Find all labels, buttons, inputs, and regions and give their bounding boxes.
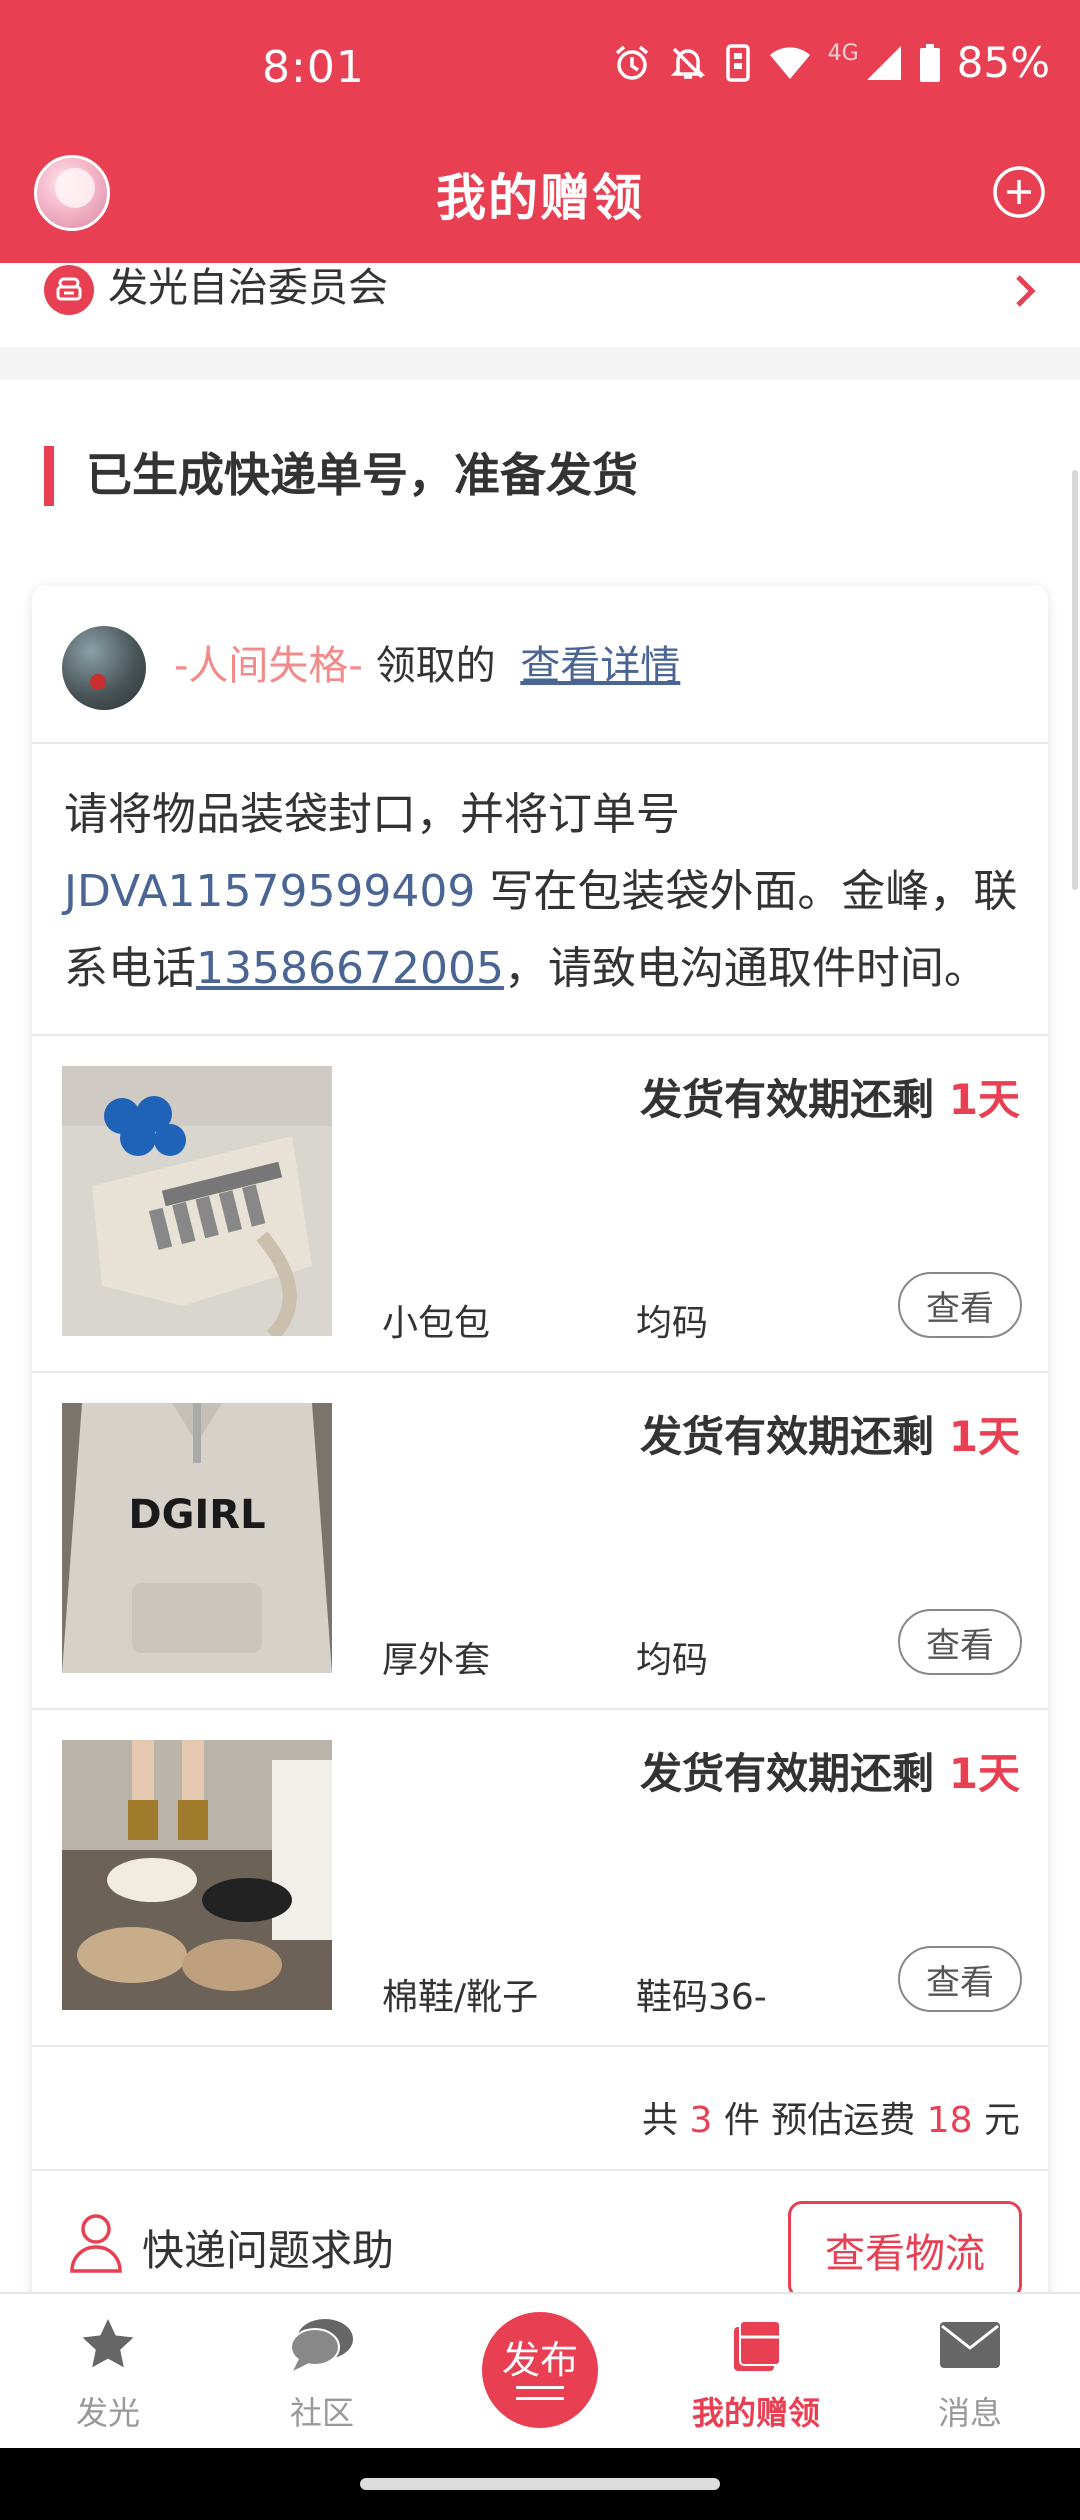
order-number: JDVA11579599409 xyxy=(64,866,476,917)
org-row[interactable]: 发光自治委员会 xyxy=(0,263,1080,347)
wifi-icon xyxy=(768,45,812,81)
bottom-nav: 发光 社区 发布 我的赠领 消息 xyxy=(0,2292,1080,2448)
view-item-button[interactable]: 查看 xyxy=(898,1946,1022,2012)
tab-label: 消息 xyxy=(937,2394,1002,2432)
star-icon xyxy=(38,2312,178,2378)
item-size: 鞋码36- xyxy=(636,1977,767,2018)
item-name: 小包包 xyxy=(382,1303,491,1344)
item-name: 棉鞋/靴子 xyxy=(382,1977,539,2018)
ship-deadline-text: 发货有效期还剩 xyxy=(640,1412,949,1461)
person-icon[interactable] xyxy=(68,2211,124,2275)
ship-deadline-days: 1天 xyxy=(948,1075,1020,1124)
list-item[interactable]: 发货有效期还剩 1天 棉鞋/靴子 鞋码36- 查看 xyxy=(32,1710,1048,2047)
scrollbar[interactable] xyxy=(1072,470,1078,890)
list-item[interactable]: 发货有效期还剩 1天 小包包 均码 查看 xyxy=(32,1036,1048,1373)
org-icon xyxy=(44,265,94,315)
item-count: 3 xyxy=(689,2100,713,2141)
section-title: 已生成快递单号，准备发货 xyxy=(86,448,638,502)
page-title: 我的赠领 xyxy=(436,169,644,227)
header: 8:01 4G 85% 我的赠领 xyxy=(0,0,1080,263)
tab-my-gifts[interactable]: 我的赠领 xyxy=(686,2312,826,2434)
system-nav-bar xyxy=(0,2448,1080,2520)
bell-off-icon xyxy=(668,43,708,83)
shipping-help-link[interactable]: 快递问题求助 xyxy=(142,2217,394,2278)
order-summary: 共 3 件 预估运费 18 元 xyxy=(32,2053,1048,2171)
cell-signal-icon xyxy=(865,44,903,82)
network-4g-label: 4G xyxy=(827,41,859,66)
status-icons: 4G 85% xyxy=(612,38,1050,87)
chat-icon xyxy=(252,2312,392,2378)
summary-text: 共 3 件 预估运费 18 元 xyxy=(642,2091,1020,2143)
tab-faguang[interactable]: 发光 xyxy=(38,2312,178,2434)
home-handle[interactable] xyxy=(360,2478,720,2490)
item-image[interactable] xyxy=(62,1066,332,1336)
ship-deadline: 发货有效期还剩 1天 xyxy=(640,1403,1020,1464)
tab-community[interactable]: 社区 xyxy=(252,2312,392,2434)
publish-label: 发布 xyxy=(501,2338,578,2382)
ship-deadline: 发货有效期还剩 1天 xyxy=(640,1740,1020,1801)
alarm-icon xyxy=(612,43,652,83)
tab-label: 发光 xyxy=(75,2394,140,2432)
publish-button[interactable]: 发布 xyxy=(482,2312,598,2428)
view-logistics-button[interactable]: 查看物流 xyxy=(788,2201,1022,2299)
item-size: 均码 xyxy=(636,1640,709,1681)
item-print: DGIRL xyxy=(128,1492,265,1538)
phone-link[interactable]: 13586672005 xyxy=(196,943,504,994)
summary-post: 元 xyxy=(972,2100,1020,2141)
notice-text-3: ，请致电沟通取件时间。 xyxy=(503,943,988,994)
tab-label: 社区 xyxy=(289,2394,354,2432)
order-card: -人间失格- 领取的 查看详情 请将物品装袋封口，并将订单号 JDVA11579… xyxy=(32,586,1048,2486)
tab-messages[interactable]: 消息 xyxy=(900,2312,1040,2434)
summary-pre: 共 xyxy=(642,2100,690,2141)
app-page: 8:01 4G 85% 我的赠领 发光自治委员会 已生成快递单号，准备发货 -人… xyxy=(0,0,1080,2520)
shipping-instructions: 请将物品装袋封口，并将订单号 JDVA11579599409 写在包装袋外面。金… xyxy=(64,776,1024,1007)
ship-deadline-days: 1天 xyxy=(948,1749,1020,1798)
gift-box-icon xyxy=(686,2312,826,2378)
shipping-fee: 18 xyxy=(926,2100,973,2141)
status-time: 8:01 xyxy=(262,42,365,93)
tab-label: 我的赠领 xyxy=(691,2394,820,2432)
publish-icon xyxy=(516,2386,564,2400)
received-text: 领取的 xyxy=(375,643,496,689)
add-circle-icon[interactable] xyxy=(992,165,1046,219)
giver-avatar[interactable] xyxy=(62,626,146,710)
battery-icon xyxy=(919,43,941,83)
ship-deadline-days: 1天 xyxy=(948,1412,1020,1461)
view-item-button[interactable]: 查看 xyxy=(898,1272,1022,1338)
item-image[interactable]: DGIRL xyxy=(62,1403,332,1673)
list-item[interactable]: DGIRL 发货有效期还剩 1天 厚外套 均码 查看 xyxy=(32,1373,1048,1710)
item-size: 均码 xyxy=(636,1303,709,1344)
ship-deadline: 发货有效期还剩 1天 xyxy=(640,1066,1020,1127)
chevron-right-icon xyxy=(1010,271,1040,311)
battery-percent: 85% xyxy=(956,38,1050,87)
ship-deadline-text: 发货有效期还剩 xyxy=(640,1075,949,1124)
section-accent-bar xyxy=(44,446,54,506)
card-header: -人间失格- 领取的 查看详情 xyxy=(32,586,1048,744)
org-label: 发光自治委员会 xyxy=(108,265,388,311)
view-item-button[interactable]: 查看 xyxy=(898,1609,1022,1675)
mail-icon xyxy=(900,2312,1040,2378)
ship-deadline-text: 发货有效期还剩 xyxy=(640,1749,949,1798)
view-details-link[interactable]: 查看详情 xyxy=(520,643,680,689)
giver-name[interactable]: -人间失格- xyxy=(174,643,363,689)
item-image[interactable] xyxy=(62,1740,332,2010)
vibrate-icon xyxy=(724,43,752,83)
shipping-section: 已生成快递单号，准备发货 -人间失格- 领取的 查看详情 请将物品装袋封口，并将… xyxy=(0,380,1080,2486)
giver-line: -人间失格- 领取的 查看详情 xyxy=(174,638,680,694)
item-name: 厚外套 xyxy=(382,1640,491,1681)
notice-text-1: 请将物品装袋封口，并将订单号 xyxy=(64,789,680,840)
summary-mid: 件 预估运费 xyxy=(712,2100,927,2141)
